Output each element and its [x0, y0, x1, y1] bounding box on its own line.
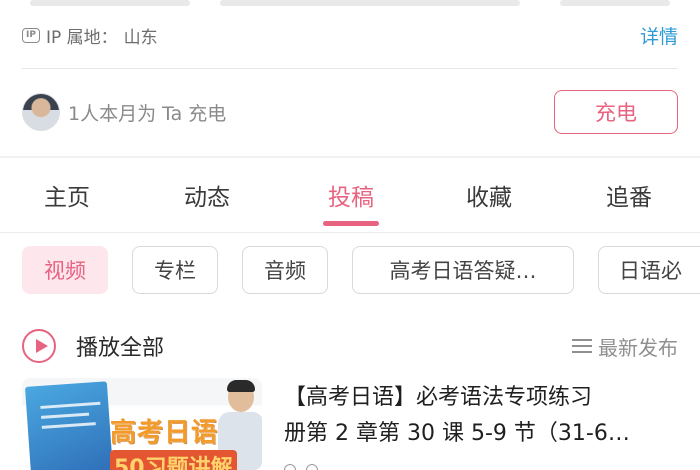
- chip-japanese-required[interactable]: 日语必: [598, 246, 700, 294]
- list-icon: [572, 338, 592, 354]
- supporter-avatar[interactable]: [22, 93, 60, 131]
- play-all-row: 播放全部 最新发布: [22, 326, 678, 366]
- top-cutoff-strip: [0, 0, 700, 8]
- ip-badge-icon: IP: [22, 27, 40, 43]
- thumbnail-sub-text: 50习题讲解: [110, 450, 237, 470]
- chip-audio[interactable]: 音频: [242, 246, 328, 294]
- detail-link[interactable]: 详情: [640, 22, 678, 49]
- book-cover-image: [24, 381, 114, 470]
- video-thumbnail[interactable]: 高考日语 50习题讲解: [22, 378, 262, 470]
- tab-following-anime[interactable]: 追番: [584, 178, 674, 212]
- tab-uploads[interactable]: 投稿: [306, 178, 396, 212]
- charge-count-text[interactable]: 1人本月为 Ta 充电: [68, 99, 226, 126]
- content-type-chips: 视频 专栏 音频 高考日语答疑… 日语必: [22, 246, 700, 294]
- tab-home[interactable]: 主页: [22, 178, 112, 212]
- chip-articles[interactable]: 专栏: [132, 246, 218, 294]
- video-title[interactable]: 【高考日语】必考语法专项练习 册第 2 章第 30 课 5-9 节（31-6…: [284, 380, 678, 452]
- ip-location-label: IP 属地：: [46, 27, 118, 48]
- ip-location-value: 山东: [123, 27, 158, 48]
- sort-control[interactable]: 最新发布: [572, 332, 678, 361]
- thumbnail-main-text: 高考日语: [110, 418, 219, 448]
- danmaku-count-icon: [306, 464, 318, 470]
- chip-video[interactable]: 视频: [22, 246, 108, 294]
- play-circle-icon[interactable]: [22, 329, 56, 363]
- profile-tabs: 主页 动态 投稿 收藏 追番: [0, 160, 700, 230]
- play-all-label[interactable]: 播放全部: [76, 330, 164, 362]
- section-gap: [0, 156, 700, 158]
- tab-favorites[interactable]: 收藏: [444, 178, 534, 212]
- charge-button[interactable]: 充电: [554, 90, 678, 134]
- video-title-line-1: 【高考日语】必考语法专项练习: [284, 385, 593, 410]
- tab-dynamic[interactable]: 动态: [162, 178, 252, 212]
- charge-row: 1人本月为 Ta 充电 充电: [22, 88, 678, 136]
- play-count-icon: [284, 464, 296, 470]
- divider: [22, 68, 678, 69]
- video-meta-icons: [284, 464, 318, 470]
- sort-label: 最新发布: [598, 335, 678, 360]
- ip-location-row: IP IP 属地： 山东 详情: [22, 18, 678, 52]
- active-tab-indicator: [323, 221, 379, 226]
- tabs-divider: [0, 232, 700, 233]
- video-list-item[interactable]: 高考日语 50习题讲解 【高考日语】必考语法专项练习 册第 2 章第 30 课 …: [22, 378, 678, 470]
- chip-gaokao-japanese-qa[interactable]: 高考日语答疑…: [352, 246, 574, 294]
- video-title-line-2: 册第 2 章第 30 课 5-9 节（31-6…: [284, 421, 630, 446]
